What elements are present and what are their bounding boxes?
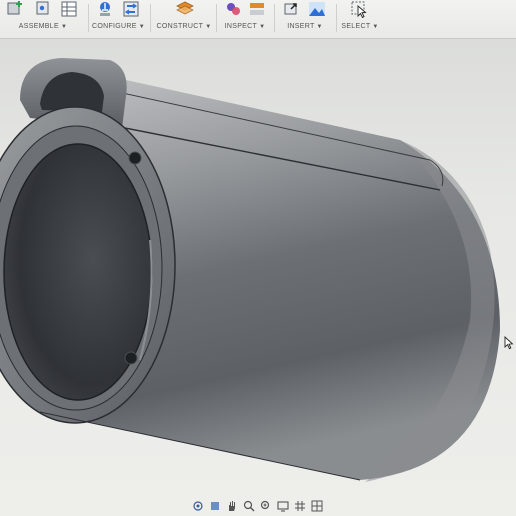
insert-label-text: INSERT bbox=[287, 23, 315, 30]
toolbar-group-configure[interactable]: CONFIGURE ▼ bbox=[92, 0, 145, 38]
configure-label: CONFIGURE ▼ bbox=[92, 23, 145, 30]
chevron-down-icon: ▼ bbox=[259, 24, 266, 30]
toolbar-group-inspect[interactable]: INSPECT ▼ bbox=[220, 0, 270, 38]
construct-icons bbox=[156, 0, 212, 22]
select-icons bbox=[340, 0, 380, 22]
construct-label-text: CONSTRUCT bbox=[156, 23, 204, 30]
configure-icon[interactable] bbox=[122, 0, 140, 18]
new-component-icon[interactable] bbox=[6, 0, 24, 18]
toolbar-separator bbox=[88, 4, 89, 32]
chevron-down-icon: ▼ bbox=[372, 24, 379, 30]
chevron-down-icon: ▼ bbox=[138, 24, 145, 30]
section-analysis-icon[interactable] bbox=[248, 0, 266, 18]
viewports-icon[interactable] bbox=[310, 500, 324, 512]
mouse-cursor-icon bbox=[504, 336, 514, 350]
joint-icon[interactable] bbox=[34, 0, 52, 18]
construct-label: CONSTRUCT ▼ bbox=[156, 23, 212, 30]
grid-icon[interactable] bbox=[293, 500, 307, 512]
chevron-down-icon: ▼ bbox=[205, 24, 212, 30]
fit-icon[interactable] bbox=[259, 500, 273, 512]
insert-derive-icon[interactable] bbox=[282, 0, 300, 18]
pan-icon[interactable] bbox=[208, 500, 222, 512]
insert-label: INSERT ▼ bbox=[278, 23, 332, 30]
zoom-icon[interactable] bbox=[242, 500, 256, 512]
measure-icon[interactable] bbox=[224, 0, 242, 18]
configure-icons bbox=[92, 0, 144, 22]
navigation-bar bbox=[182, 498, 332, 514]
select-label: SELECT ▼ bbox=[340, 23, 380, 30]
toolbar-separator bbox=[336, 4, 337, 32]
configure-label-text: CONFIGURE bbox=[92, 23, 137, 30]
inspect-label-text: INSPECT bbox=[224, 23, 258, 30]
inspect-label: INSPECT ▼ bbox=[220, 23, 270, 30]
assemble-icons bbox=[0, 0, 86, 22]
design-toolbar: ASSEMBLE ▼ CONFIGURE ▼ CONSTRUCT ▼ INSPE… bbox=[0, 0, 516, 39]
inspect-icons bbox=[220, 0, 270, 22]
insert-icons bbox=[278, 0, 332, 22]
insert-mesh-icon[interactable] bbox=[308, 0, 326, 18]
chevron-down-icon: ▼ bbox=[60, 24, 68, 30]
toolbar-separator bbox=[216, 4, 217, 32]
model-viewport[interactable] bbox=[0, 39, 516, 499]
toolbar-separator bbox=[274, 4, 275, 32]
flange-screw-hole bbox=[124, 351, 138, 365]
toolbar-group-insert[interactable]: INSERT ▼ bbox=[278, 0, 332, 38]
display-settings-icon[interactable] bbox=[276, 500, 290, 512]
table-icon[interactable] bbox=[60, 0, 78, 18]
chevron-down-icon: ▼ bbox=[316, 24, 323, 30]
assemble-label-text: ASSEMBLE bbox=[18, 23, 59, 30]
parameter-icon[interactable] bbox=[96, 0, 114, 18]
toolbar-group-construct[interactable]: CONSTRUCT ▼ bbox=[156, 0, 212, 38]
select-arrow-icon[interactable] bbox=[350, 0, 368, 18]
toolbar-group-select[interactable]: SELECT ▼ bbox=[340, 0, 380, 38]
offset-plane-icon[interactable] bbox=[175, 0, 195, 18]
assemble-label: ASSEMBLE ▼ bbox=[0, 23, 86, 30]
toolbar-group-assemble[interactable]: ASSEMBLE ▼ bbox=[0, 0, 86, 38]
flange-screw-hole bbox=[128, 151, 142, 165]
select-label-text: SELECT bbox=[341, 23, 371, 30]
hand-icon[interactable] bbox=[225, 500, 239, 512]
orbit-icon[interactable] bbox=[191, 500, 205, 512]
toolbar-separator bbox=[150, 4, 151, 32]
